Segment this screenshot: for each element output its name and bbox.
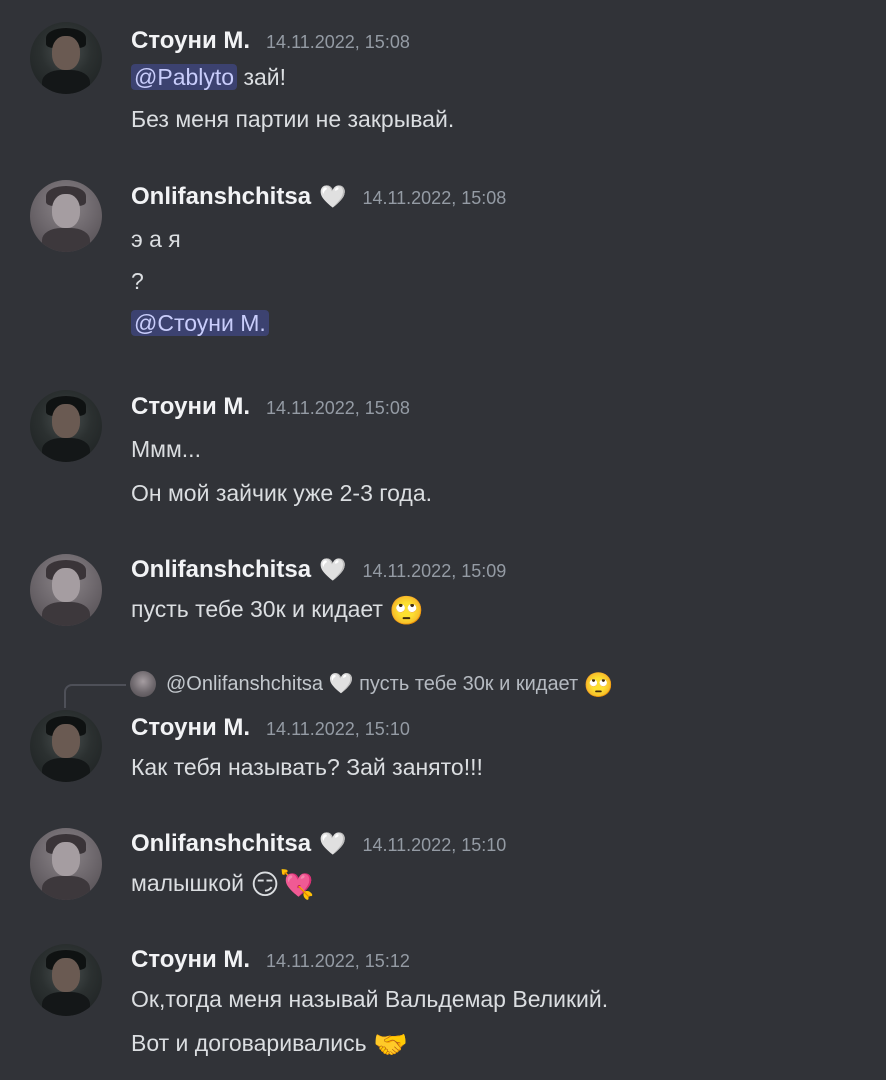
reply-text[interactable]: @Onlifanshchitsa 🤍 пусть тебе 30к и кида…	[166, 671, 614, 699]
user-mention[interactable]: @Pablyto	[131, 64, 238, 90]
message-text: пусть тебе 30к и кидает 🙄	[131, 594, 425, 627]
message-text: Как тебя называть? Зай занято!!!	[131, 754, 483, 780]
timestamp: 14.11.2022, 15:08	[266, 398, 410, 418]
avatar[interactable]	[30, 22, 102, 94]
timestamp: 14.11.2022, 15:10	[362, 835, 507, 855]
message-text: Вот и договаривались 🤝	[131, 1028, 408, 1061]
eye-roll-emoji-icon: 🙄	[389, 594, 425, 627]
username[interactable]: Стоуни М.	[131, 27, 250, 55]
message-text: Он мой зайчик уже 2-3 года.	[131, 480, 433, 506]
reply-spine	[64, 684, 126, 708]
avatar[interactable]	[30, 710, 102, 782]
timestamp: 14.11.2022, 15:10	[266, 719, 410, 739]
avatar[interactable]	[30, 180, 102, 252]
handshake-emoji-icon: 🤝	[372, 1028, 408, 1061]
eye-roll-emoji-icon: 🙄	[583, 671, 614, 699]
username[interactable]: Стоуни М.	[131, 393, 250, 421]
timestamp: 14.11.2022, 15:12	[266, 951, 410, 971]
username[interactable]: Стоуни М.	[131, 946, 250, 974]
message-text: э а я	[131, 226, 181, 252]
heart-icon: 🤍	[319, 557, 347, 582]
reply-avatar	[130, 671, 156, 697]
message-text: Ммм...	[131, 436, 201, 462]
timestamp: 14.11.2022, 15:09	[362, 561, 507, 581]
username[interactable]: Onlifanshchitsa	[131, 183, 311, 211]
username[interactable]: Onlifanshchitsa	[131, 830, 311, 858]
username[interactable]: Стоуни М.	[131, 714, 250, 742]
heart-icon: 🤍	[319, 831, 347, 856]
avatar[interactable]	[30, 944, 102, 1016]
avatar[interactable]	[30, 390, 102, 462]
heart-icon: 🤍	[328, 673, 354, 695]
avatar[interactable]	[30, 554, 102, 626]
username[interactable]: Onlifanshchitsa	[131, 556, 311, 584]
message-text: Ок,тогда меня называй Вальдемар Великий.	[131, 986, 609, 1012]
user-mention[interactable]: @Стоуни М.	[131, 310, 269, 336]
message-text: малышкой 😏💘	[131, 868, 315, 901]
message-text: @Pablyto зай!	[131, 62, 876, 92]
message-text: Без меня партии не закрывай.	[131, 106, 455, 132]
avatar[interactable]	[30, 828, 102, 900]
message-text: @Стоуни М.	[131, 308, 876, 338]
timestamp: 14.11.2022, 15:08	[266, 32, 410, 52]
smirk-heart-emoji-icon: 😏💘	[250, 868, 315, 901]
heart-icon: 🤍	[319, 184, 347, 209]
message-text: ?	[131, 268, 144, 294]
reply-preview[interactable]: @Onlifanshchitsa 🤍 пусть тебе 30к и кида…	[0, 666, 886, 708]
timestamp: 14.11.2022, 15:08	[362, 188, 507, 208]
